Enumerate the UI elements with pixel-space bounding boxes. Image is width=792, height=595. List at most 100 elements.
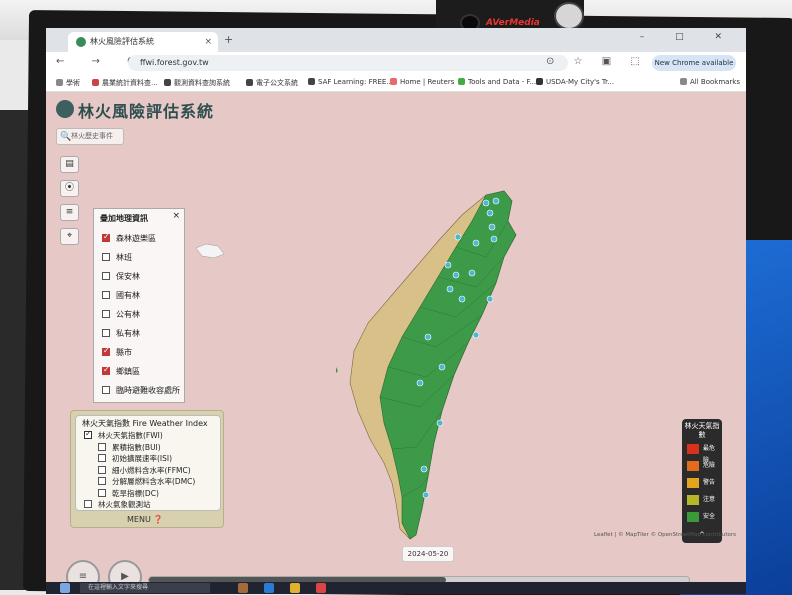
- map-marker-icon[interactable]: [472, 239, 480, 247]
- fwi-option[interactable]: 乾旱指標(DC): [98, 488, 159, 499]
- fwi-panel: 林火天氣指數 Fire Weather Index ✓ 林火天氣指數(FWI) 累積…: [70, 410, 224, 528]
- fwi-option[interactable]: 累積指數(BUI): [98, 442, 161, 453]
- bookmark-item[interactable]: USDA-My City's Tr...: [536, 78, 614, 86]
- fwi-label: 林火氣象觀測站: [98, 500, 151, 509]
- layer-toggle[interactable]: 國有林: [102, 290, 140, 301]
- close-icon[interactable]: ×: [172, 211, 180, 221]
- app-icon[interactable]: [264, 583, 274, 593]
- taskbar-search[interactable]: 在這裡輸入文字來搜尋: [80, 583, 210, 593]
- layer-checkbox[interactable]: [102, 365, 110, 375]
- map-marker-icon[interactable]: [416, 379, 424, 387]
- app-icon[interactable]: [238, 583, 248, 593]
- fwi-checkbox[interactable]: [98, 488, 106, 497]
- url-field[interactable]: ffwi.forest.gov.tw: [128, 55, 568, 71]
- layer-checkbox[interactable]: [102, 329, 110, 337]
- bookmark-item[interactable]: Home | Reuters: [390, 78, 454, 86]
- basemap-tool-button[interactable]: ▤: [60, 156, 79, 173]
- fwi-option[interactable]: 細小燃料含水率(FFMC): [98, 465, 191, 476]
- map-marker-icon[interactable]: [454, 233, 462, 241]
- layer-label: 國有林: [116, 291, 140, 300]
- map-marker-icon[interactable]: [452, 271, 460, 279]
- map-marker-icon[interactable]: [490, 235, 498, 243]
- map-marker-icon[interactable]: [424, 333, 432, 341]
- layer-checkbox[interactable]: [102, 346, 110, 356]
- layer-checkbox[interactable]: [102, 310, 110, 318]
- map-marker-icon[interactable]: [486, 209, 494, 217]
- all-bookmarks[interactable]: All Bookmarks: [680, 78, 740, 86]
- map-marker-icon[interactable]: [436, 419, 444, 427]
- app-icon[interactable]: [316, 583, 326, 593]
- window-controls[interactable]: – □ ✕: [640, 32, 736, 42]
- layer-toggle[interactable]: 保安林: [102, 271, 140, 282]
- layer-checkbox[interactable]: [102, 232, 110, 242]
- folder-icon[interactable]: [290, 583, 300, 593]
- locate-tool-button[interactable]: ⦿: [60, 180, 79, 197]
- map-marker-icon[interactable]: [472, 331, 480, 339]
- tab-bar: 林火風險評估系統 × + – □ ✕: [46, 28, 746, 52]
- address-icons[interactable]: ⊙ ☆ ▣ ⬚: [546, 56, 648, 67]
- layer-toggle[interactable]: 縣市: [102, 346, 132, 358]
- bookmark-item[interactable]: 觀測資料查詢系統: [164, 78, 230, 88]
- layer-toggle[interactable]: 鄉鎮區: [102, 365, 140, 377]
- map-marker-icon[interactable]: [446, 285, 454, 293]
- history-search-button[interactable]: 🔍 林火歷史事件: [56, 128, 124, 145]
- map-marker-icon[interactable]: [420, 465, 428, 473]
- map-marker-icon[interactable]: [488, 223, 496, 231]
- map-marker-icon[interactable]: [438, 363, 446, 371]
- fwi-label: 累積指數(BUI): [112, 442, 161, 452]
- map-marker-icon[interactable]: [458, 295, 466, 303]
- browser-tab[interactable]: 林火風險評估系統 ×: [68, 32, 218, 52]
- map-marker-icon[interactable]: [422, 491, 430, 499]
- map-page: 林火風險評估系統 🔍 林火歷史事件 ▤ ⦿ ≡ ⌖ 疊加地理資訊 × ✓森林遊樂…: [46, 92, 746, 594]
- legend-label: 安全: [703, 513, 716, 520]
- layer-toggle[interactable]: 林班: [102, 252, 132, 263]
- start-icon[interactable]: [60, 583, 70, 593]
- fwi-checkbox[interactable]: [98, 477, 106, 485]
- fwi-checkbox[interactable]: [84, 500, 92, 508]
- map-marker-icon[interactable]: [468, 269, 476, 277]
- layer-label: 森林遊樂區: [116, 234, 156, 243]
- fwi-checkbox[interactable]: [98, 454, 106, 462]
- bookmark-item[interactable]: Tools and Data - F...: [458, 78, 536, 86]
- menu-button[interactable]: MENU ❓: [127, 515, 163, 524]
- fwi-checkbox[interactable]: [98, 442, 106, 451]
- bookmark-item[interactable]: 電子公文系統: [246, 78, 298, 88]
- map-marker-icon[interactable]: [486, 295, 494, 303]
- layers-tool-button[interactable]: ≡: [60, 204, 79, 221]
- bookmark-label: 電子公文系統: [256, 79, 298, 87]
- layer-toggle[interactable]: 公有林: [102, 309, 140, 320]
- new-chrome-button[interactable]: New Chrome available: [652, 55, 736, 71]
- marker-tool-button[interactable]: ⌖: [60, 228, 79, 245]
- site-favicon-icon: [76, 37, 86, 47]
- bookmark-item[interactable]: 農業統計資料查...: [92, 78, 158, 88]
- fwi-label: 分解層燃料含水率(DMC): [112, 477, 196, 486]
- layer-toggle[interactable]: 臨時避難收容處所: [102, 385, 180, 396]
- layer-checkbox[interactable]: [102, 386, 110, 394]
- layer-toggle[interactable]: 私有林: [102, 328, 140, 339]
- map-marker-icon[interactable]: [492, 197, 500, 205]
- layer-checkbox[interactable]: [102, 272, 110, 280]
- layer-checkbox[interactable]: [102, 291, 110, 299]
- fwi-option[interactable]: ✓ 林火天氣指數(FWI): [84, 429, 163, 441]
- bookmark-icon: [164, 79, 171, 86]
- fwi-option[interactable]: 初始擴展速率(ISI): [98, 453, 172, 464]
- bookmarks-bar: 學術 農業統計資料查... 觀測資料查詢系統 電子公文系統 SAF Learni…: [46, 74, 746, 92]
- map-marker-icon[interactable]: [482, 199, 490, 207]
- fwi-checkbox[interactable]: ✓: [84, 429, 92, 439]
- taiwan-map[interactable]: [328, 187, 556, 547]
- penghu-islands: [328, 363, 338, 377]
- bookmark-item[interactable]: 學術: [56, 78, 80, 88]
- legend-label: 警告: [703, 479, 716, 486]
- layer-checkbox[interactable]: [102, 253, 110, 261]
- layers-panel-title: 疊加地理資訊: [100, 214, 148, 223]
- new-tab-button[interactable]: +: [224, 33, 233, 46]
- fwi-option[interactable]: 分解層燃料含水率(DMC): [98, 476, 195, 487]
- fwi-option[interactable]: 林火氣象觀測站: [84, 499, 151, 510]
- layer-toggle[interactable]: 森林遊樂區: [102, 232, 156, 244]
- map-marker-icon[interactable]: [444, 261, 452, 269]
- fwi-checkbox[interactable]: [98, 465, 106, 474]
- legend-swatch: [687, 512, 699, 522]
- bookmark-item[interactable]: SAF Learning: FREE...: [308, 78, 393, 86]
- layer-label: 林班: [116, 253, 132, 262]
- tab-close-icon[interactable]: ×: [204, 32, 212, 52]
